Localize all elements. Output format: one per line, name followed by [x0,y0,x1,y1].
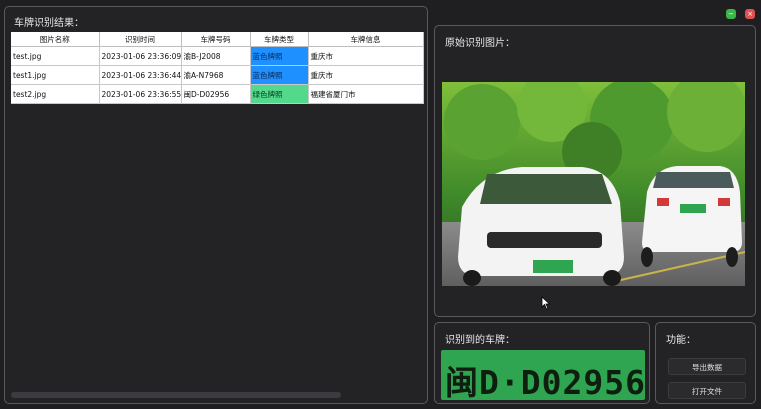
plate-text: 闽D·D02956 [445,363,645,400]
cell-info[interactable]: 重庆市 [308,46,424,66]
cell-type[interactable]: 蓝色牌照 [250,65,309,85]
plate-panel: 识别到的车牌： 闽D·D02956 [434,322,650,404]
close-button[interactable]: × [745,9,755,19]
plate-panel-title: 识别到的车牌： [445,335,515,346]
minimize-button[interactable]: − [726,9,736,19]
cell-time[interactable]: 2023-01-06 23:36:09 [99,46,182,66]
cell-info[interactable]: 福建省厦门市 [308,84,424,104]
image-panel-title: 原始识别图片： [445,38,515,49]
results-title: 车牌识别结果： [14,18,84,29]
cell-time[interactable]: 2023-01-06 23:36:55 [99,84,182,104]
column-header-name[interactable]: 图片名称 [11,32,100,47]
table-row[interactable]: test2.jpg 2023-01-06 23:36:55 闽D-D02956 … [11,84,424,104]
original-car-image [442,82,745,286]
column-header-time[interactable]: 识别时间 [99,32,182,47]
cell-name[interactable]: test2.jpg [11,84,100,104]
recognized-plate-image: 闽D·D02956 [441,350,645,400]
cell-name[interactable]: test1.jpg [11,65,100,85]
cell-time[interactable]: 2023-01-06 23:36:44 [99,65,182,85]
image-panel: 原始识别图片： [434,25,756,317]
open-file-button[interactable]: 打开文件 [668,382,746,399]
export-data-button[interactable]: 导出数据 [668,358,746,375]
column-header-plate[interactable]: 车牌号码 [181,32,251,47]
table-header-row: 图片名称 识别时间 车牌号码 车牌类型 车牌信息 [11,32,424,47]
cell-plate[interactable]: 闽D-D02956 [181,84,251,104]
table-row[interactable]: test.jpg 2023-01-06 23:36:09 渝B-J2008 蓝色… [11,46,424,66]
cell-plate[interactable]: 渝B-J2008 [181,46,251,66]
column-header-info[interactable]: 车牌信息 [308,32,424,47]
results-table: 图片名称 识别时间 车牌号码 车牌类型 车牌信息 test.jpg 2023-0… [11,32,424,104]
function-panel: 功能： 导出数据 打开文件 [655,322,756,404]
function-panel-title: 功能： [666,335,696,346]
horizontal-scrollbar[interactable] [11,392,341,398]
cell-plate[interactable]: 渝A-N7968 [181,65,251,85]
cell-name[interactable]: test.jpg [11,46,100,66]
mouse-cursor-icon [541,296,551,310]
cell-info[interactable]: 重庆市 [308,65,424,85]
table-row[interactable]: test1.jpg 2023-01-06 23:36:44 渝A-N7968 蓝… [11,65,424,85]
column-header-type[interactable]: 车牌类型 [250,32,309,47]
cell-type[interactable]: 绿色牌照 [250,84,309,104]
cell-type[interactable]: 蓝色牌照 [250,46,309,66]
results-panel: 车牌识别结果： 图片名称 识别时间 车牌号码 车牌类型 车牌信息 test.jp… [4,6,428,404]
